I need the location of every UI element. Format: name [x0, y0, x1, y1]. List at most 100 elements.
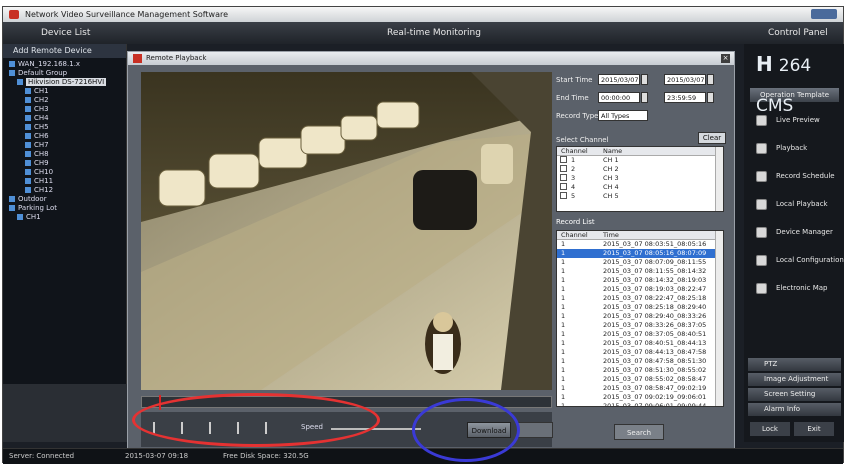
window-controls[interactable] — [811, 9, 837, 19]
tree-node[interactable]: CH8 — [9, 150, 126, 159]
playback-timeline[interactable] — [141, 395, 552, 410]
channel-row[interactable]: 1 CH 1 — [557, 156, 723, 165]
start-time-spinner[interactable] — [641, 92, 648, 103]
record-row[interactable]: 1 2015_03_07 08:51:30_08:55:02 — [557, 366, 723, 375]
search-button[interactable]: Search — [614, 424, 664, 440]
add-remote-device-button[interactable]: Add Remote Device — [3, 44, 126, 58]
channel-checkbox[interactable] — [560, 156, 567, 163]
stop-button[interactable] — [209, 422, 211, 434]
control-item[interactable]: Local Configuration — [744, 246, 844, 274]
start-date-field[interactable]: 2015/03/07 — [598, 74, 640, 85]
tree-node[interactable]: CH10 — [9, 168, 126, 177]
record-row[interactable]: 1 2015_03_07 08:11:55_08:14:32 — [557, 267, 723, 276]
control-item[interactable]: Local Playback — [744, 190, 844, 218]
tree-node[interactable]: CH9 — [9, 159, 126, 168]
tree-node[interactable]: CH6 — [9, 132, 126, 141]
timeline-cursor[interactable] — [159, 395, 161, 410]
control-sub-button[interactable]: Image Adjustment — [748, 373, 841, 386]
tree-node[interactable]: CH11 — [9, 177, 126, 186]
record-row[interactable]: 1 2015_03_07 08:14:32_08:19:03 — [557, 276, 723, 285]
lock-button[interactable]: Lock — [750, 422, 790, 436]
control-item[interactable]: Device Manager — [744, 218, 844, 246]
tree-node[interactable]: CH7 — [9, 141, 126, 150]
menu-control-panel[interactable]: Control Panel — [768, 22, 828, 44]
record-row[interactable]: 1 2015_03_07 08:47:58_08:51:30 — [557, 357, 723, 366]
tree-node[interactable]: Hikvision DS-7216HVI — [9, 78, 126, 87]
control-sub-button[interactable]: PTZ — [748, 358, 841, 371]
channel-checkbox[interactable] — [560, 192, 567, 199]
record-time: 2015_03_07 08:11:55_08:14:32 — [603, 267, 707, 275]
channel-checkbox[interactable] — [560, 174, 567, 181]
record-row[interactable]: 1 2015_03_07 08:22:47_08:25:18 — [557, 294, 723, 303]
record-row[interactable]: 1 2015_03_07 09:02:19_09:06:01 — [557, 393, 723, 402]
record-row[interactable]: 1 2015_03_07 08:05:16_08:07:09 — [557, 249, 723, 258]
control-item[interactable]: Live Preview — [744, 106, 844, 134]
clear-button[interactable]: Clear — [698, 132, 726, 144]
end-date-field[interactable]: 2015/03/07 — [664, 74, 706, 85]
control-item-label: Local Playback — [776, 200, 828, 208]
control-sub-button[interactable]: Alarm Info — [748, 403, 841, 416]
record-row[interactable]: 1 2015_03_07 08:25:18_08:29:40 — [557, 303, 723, 312]
record-type-select[interactable]: All Types — [598, 110, 648, 121]
channel-name: CH 1 — [603, 156, 619, 164]
tree-node[interactable]: CH12 — [9, 186, 126, 195]
record-row[interactable]: 1 2015_03_07 08:19:03_08:22:47 — [557, 285, 723, 294]
tree-node[interactable]: WAN_192.168.1.x — [9, 60, 126, 69]
record-time: 2015_03_07 08:37:05_08:40:51 — [603, 330, 707, 338]
pause-button[interactable] — [181, 422, 183, 434]
record-row[interactable]: 1 2015_03_07 08:55:02_08:58:47 — [557, 375, 723, 384]
play-button[interactable] — [153, 422, 155, 434]
start-date-picker[interactable] — [641, 74, 648, 85]
end-time-spinner[interactable] — [707, 92, 714, 103]
channel-row[interactable]: 3 CH 3 — [557, 174, 723, 183]
start-time-field[interactable]: 00:00:00 — [598, 92, 640, 103]
channel-row[interactable]: 4 CH 4 — [557, 183, 723, 192]
record-row[interactable]: 1 2015_03_07 08:03:51_08:05:16 — [557, 240, 723, 249]
end-time-field[interactable]: 23:59:59 — [664, 92, 706, 103]
control-item[interactable]: Record Schedule — [744, 162, 844, 190]
record-time: 2015_03_07 08:44:13_08:47:58 — [603, 348, 707, 356]
record-row[interactable]: 1 2015_03_07 08:37:05_08:40:51 — [557, 330, 723, 339]
operation-template-button[interactable]: Operation Template — [750, 88, 839, 102]
tree-node[interactable]: CH1 — [9, 213, 126, 222]
channel-row[interactable]: 2 CH 2 — [557, 165, 723, 174]
tree-node[interactable]: CH3 — [9, 105, 126, 114]
tree-node[interactable]: CH1 — [9, 87, 126, 96]
fast-button[interactable] — [265, 422, 267, 434]
close-icon[interactable]: × — [721, 54, 730, 63]
control-item[interactable]: Playback — [744, 134, 844, 162]
speed-slider[interactable] — [331, 428, 421, 430]
record-row[interactable]: 1 2015_03_07 09:06:01_09:09:44 — [557, 402, 723, 406]
tree-node[interactable]: Parking Lot — [9, 204, 126, 213]
record-channel: 1 — [561, 267, 566, 275]
slow-button[interactable] — [237, 422, 239, 434]
channel-table-scrollbar[interactable] — [715, 147, 723, 211]
control-item-label: Electronic Map — [776, 284, 828, 292]
name-col-header: Name — [603, 147, 623, 155]
channel-row[interactable]: 5 CH 5 — [557, 192, 723, 201]
record-row[interactable]: 1 2015_03_07 08:29:40_08:33:26 — [557, 312, 723, 321]
secondary-button[interactable] — [517, 422, 553, 438]
menu-device-list[interactable]: Device List — [41, 22, 90, 44]
menu-realtime-monitoring[interactable]: Real-time Monitoring — [387, 22, 481, 44]
tree-node[interactable]: Default Group — [9, 69, 126, 78]
record-row[interactable]: 1 2015_03_07 08:40:51_08:44:13 — [557, 339, 723, 348]
control-sub-button[interactable]: Screen Setting — [748, 388, 841, 401]
record-row[interactable]: 1 2015_03_07 08:07:09_08:11:55 — [557, 258, 723, 267]
channel-checkbox[interactable] — [560, 165, 567, 172]
record-table-scrollbar[interactable] — [715, 231, 723, 406]
end-date-picker[interactable] — [707, 74, 714, 85]
tree-node[interactable]: Outdoor — [9, 195, 126, 204]
download-button[interactable]: Download — [467, 422, 511, 438]
record-row[interactable]: 1 2015_03_07 08:58:47_09:02:19 — [557, 384, 723, 393]
record-time: 2015_03_07 08:33:26_08:37:05 — [603, 321, 707, 329]
record-row[interactable]: 1 2015_03_07 08:33:26_08:37:05 — [557, 321, 723, 330]
tree-node[interactable]: CH2 — [9, 96, 126, 105]
exit-button[interactable]: Exit — [794, 422, 834, 436]
playback-video[interactable] — [141, 72, 552, 390]
channel-checkbox[interactable] — [560, 183, 567, 190]
control-item[interactable]: Electronic Map — [744, 274, 844, 302]
tree-node[interactable]: CH4 — [9, 114, 126, 123]
record-row[interactable]: 1 2015_03_07 08:44:13_08:47:58 — [557, 348, 723, 357]
tree-node[interactable]: CH5 — [9, 123, 126, 132]
